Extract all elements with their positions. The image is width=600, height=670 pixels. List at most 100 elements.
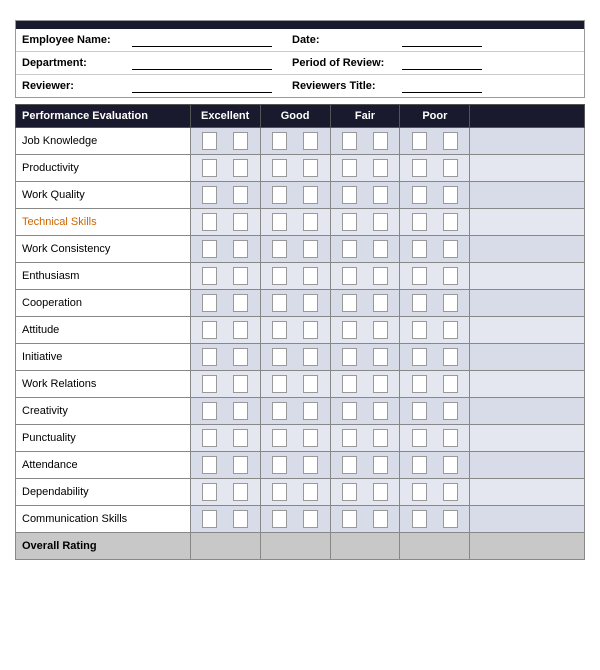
rating-cell-0-2[interactable] [330,128,400,155]
notes-cell-5[interactable] [470,263,585,290]
rating-cell-3-1[interactable] [260,209,330,236]
rating-cell-13-0[interactable] [190,479,260,506]
notes-cell-9[interactable] [470,371,585,398]
rating-cell-14-3[interactable] [400,506,470,533]
rating-cell-11-1[interactable] [260,425,330,452]
overall-rating-1[interactable] [260,533,330,560]
info-label-left-1: Department: [22,57,132,69]
rating-cell-5-1[interactable] [260,263,330,290]
row-label-13: Dependability [16,479,191,506]
notes-cell-12[interactable] [470,452,585,479]
rating-cell-10-3[interactable] [400,398,470,425]
rating-cell-3-0[interactable] [190,209,260,236]
row-label-1: Productivity [16,155,191,182]
rating-cell-6-1[interactable] [260,290,330,317]
rating-cell-8-1[interactable] [260,344,330,371]
rating-cell-0-0[interactable] [190,128,260,155]
info-input-right-0[interactable] [402,33,482,47]
rating-cell-1-1[interactable] [260,155,330,182]
rating-cell-1-3[interactable] [400,155,470,182]
notes-cell-13[interactable] [470,479,585,506]
rating-cell-8-3[interactable] [400,344,470,371]
rating-cell-10-1[interactable] [260,398,330,425]
table-row: Enthusiasm [16,263,585,290]
rating-cell-2-2[interactable] [330,182,400,209]
rating-cell-10-0[interactable] [190,398,260,425]
rating-cell-14-2[interactable] [330,506,400,533]
overall-rating-2[interactable] [330,533,400,560]
notes-cell-11[interactable] [470,425,585,452]
rating-cell-5-2[interactable] [330,263,400,290]
rating-cell-8-2[interactable] [330,344,400,371]
rating-cell-2-0[interactable] [190,182,260,209]
rating-cell-8-0[interactable] [190,344,260,371]
info-label-left-0: Employee Name: [22,34,132,46]
rating-cell-4-0[interactable] [190,236,260,263]
rating-cell-9-2[interactable] [330,371,400,398]
row-label-7: Attitude [16,317,191,344]
rating-cell-11-3[interactable] [400,425,470,452]
rating-cell-13-1[interactable] [260,479,330,506]
rating-cell-5-3[interactable] [400,263,470,290]
info-label-right-2: Reviewers Title: [292,80,402,92]
rating-cell-6-0[interactable] [190,290,260,317]
row-label-11: Punctuality [16,425,191,452]
info-input-left-2[interactable] [132,79,272,93]
rating-cell-1-0[interactable] [190,155,260,182]
overall-notes[interactable] [470,533,585,560]
rating-cell-10-2[interactable] [330,398,400,425]
rating-cell-7-3[interactable] [400,317,470,344]
rating-cell-4-2[interactable] [330,236,400,263]
overall-rating-0[interactable] [190,533,260,560]
rating-cell-7-0[interactable] [190,317,260,344]
rating-cell-4-3[interactable] [400,236,470,263]
rating-cell-13-2[interactable] [330,479,400,506]
employee-info-section: Employee Name: Date: Department: Period … [15,20,585,98]
rating-cell-14-0[interactable] [190,506,260,533]
row-label-12: Attendance [16,452,191,479]
rating-cell-0-1[interactable] [260,128,330,155]
rating-cell-3-3[interactable] [400,209,470,236]
notes-cell-14[interactable] [470,506,585,533]
rating-cell-13-3[interactable] [400,479,470,506]
rating-cell-11-0[interactable] [190,425,260,452]
rating-cell-12-3[interactable] [400,452,470,479]
notes-cell-10[interactable] [470,398,585,425]
rating-cell-2-1[interactable] [260,182,330,209]
rating-cell-14-1[interactable] [260,506,330,533]
notes-cell-6[interactable] [470,290,585,317]
rating-cell-7-2[interactable] [330,317,400,344]
rating-cell-5-0[interactable] [190,263,260,290]
info-input-left-0[interactable] [132,33,272,47]
overall-rating-3[interactable] [400,533,470,560]
rating-cell-7-1[interactable] [260,317,330,344]
info-input-right-1[interactable] [402,56,482,70]
rating-cell-12-0[interactable] [190,452,260,479]
notes-cell-7[interactable] [470,317,585,344]
rating-cell-12-2[interactable] [330,452,400,479]
rating-cell-11-2[interactable] [330,425,400,452]
rating-cell-2-3[interactable] [400,182,470,209]
rating-cell-6-2[interactable] [330,290,400,317]
rating-cell-12-1[interactable] [260,452,330,479]
notes-cell-1[interactable] [470,155,585,182]
rating-cell-9-3[interactable] [400,371,470,398]
rating-cell-9-0[interactable] [190,371,260,398]
info-label-right-0: Date: [292,34,402,46]
info-label-left-2: Reviewer: [22,80,132,92]
notes-cell-4[interactable] [470,236,585,263]
info-input-left-1[interactable] [132,56,272,70]
notes-cell-0[interactable] [470,128,585,155]
rating-cell-1-2[interactable] [330,155,400,182]
rating-cell-4-1[interactable] [260,236,330,263]
notes-cell-3[interactable] [470,209,585,236]
notes-cell-2[interactable] [470,182,585,209]
rating-cell-6-3[interactable] [400,290,470,317]
table-row: Punctuality [16,425,585,452]
info-input-right-2[interactable] [402,79,482,93]
rating-cell-3-2[interactable] [330,209,400,236]
rating-cell-0-3[interactable] [400,128,470,155]
notes-cell-8[interactable] [470,344,585,371]
rating-cell-9-1[interactable] [260,371,330,398]
table-row: Work Relations [16,371,585,398]
